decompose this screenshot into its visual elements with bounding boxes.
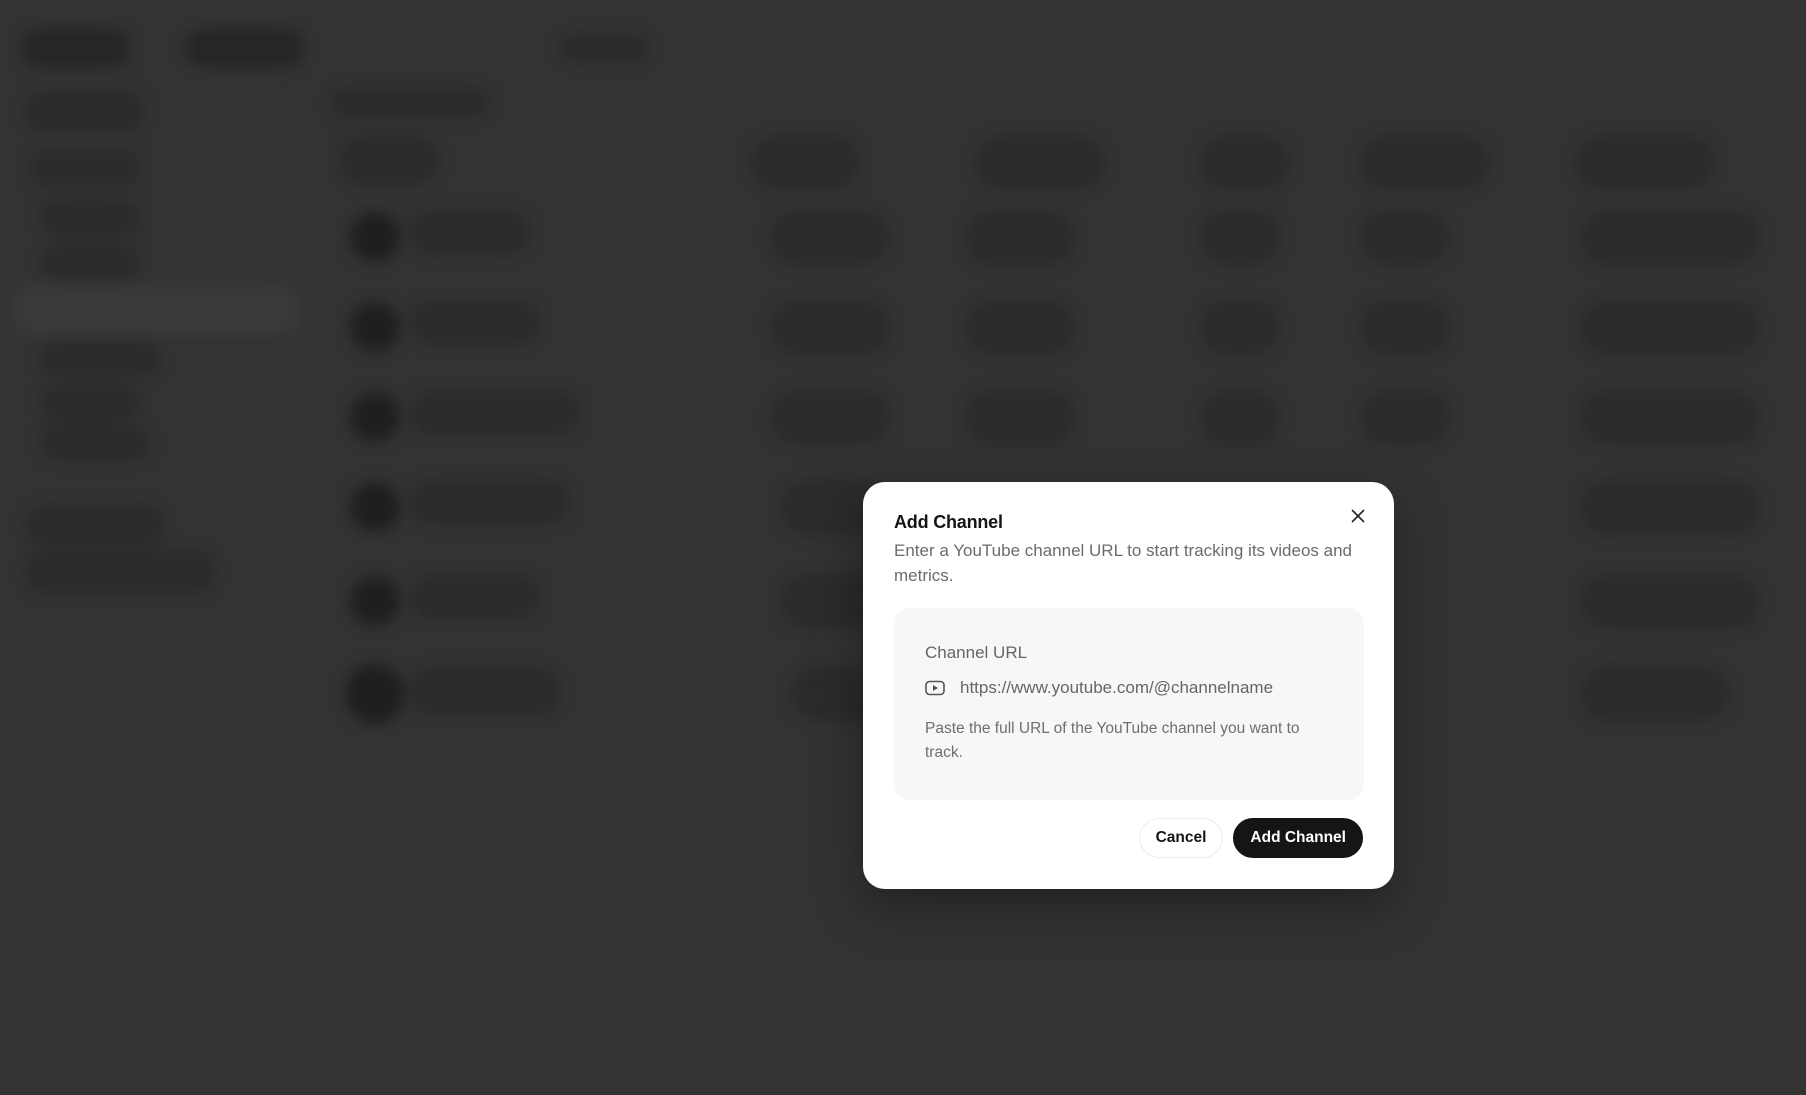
bg-row-cell — [770, 390, 890, 445]
channel-url-label: Channel URL — [925, 643, 1028, 662]
bg-row-cell — [1360, 300, 1450, 355]
bg-sidebar-item — [40, 245, 140, 281]
bg-row-cell — [965, 210, 1075, 265]
bg-row-avatar — [350, 576, 400, 626]
dialog-title: Add Channel — [894, 512, 1003, 532]
bg-row-name — [410, 390, 580, 435]
bg-sidebar-item — [40, 340, 160, 376]
bg-row-cell — [770, 210, 890, 265]
bg-row-cell — [1580, 300, 1760, 355]
bg-row-cell — [965, 300, 1075, 355]
bg-table-header — [750, 135, 860, 190]
bg-sidebar-item — [25, 550, 215, 594]
bg-row-name — [410, 574, 540, 619]
bg-row-name — [410, 300, 540, 345]
bg-table-header — [340, 135, 440, 185]
bg-row-name — [410, 210, 530, 255]
channel-url-helper: Paste the full URL of the YouTube channe… — [925, 720, 1300, 761]
bg-table-header — [975, 135, 1105, 190]
channel-url-card: Channel URL Paste the full URL of the Yo… — [894, 608, 1364, 800]
bg-row-name — [410, 480, 570, 525]
bg-row-avatar — [350, 392, 400, 442]
bg-row-avatar — [350, 302, 400, 352]
add-channel-dialog: Add Channel Enter a YouTube channel URL … — [863, 482, 1394, 889]
bg-sidebar-item — [40, 200, 140, 236]
bg-filter — [25, 90, 145, 132]
bg-row-avatar — [350, 212, 400, 262]
bg-sidebar-item — [25, 505, 165, 545]
bg-row-avatar — [350, 482, 400, 532]
bg-row-cell — [1360, 210, 1450, 265]
add-channel-button[interactable]: Add Channel — [1233, 818, 1363, 858]
bg-row-avatar — [345, 664, 405, 724]
bg-row-name — [410, 666, 560, 716]
bg-sidebar-item — [30, 150, 140, 186]
bg-row-cell — [1360, 390, 1450, 445]
bg-row-cell — [1580, 210, 1760, 265]
bg-sidebar-item — [40, 425, 150, 461]
youtube-icon — [925, 680, 945, 696]
bg-breadcrumb — [330, 88, 490, 118]
bg-row-cell — [1200, 300, 1280, 355]
bg-row-cell — [965, 390, 1075, 445]
channel-url-input[interactable] — [960, 678, 1333, 698]
bg-logo — [20, 28, 130, 68]
bg-row-cell — [1580, 666, 1730, 721]
bg-row-cell — [1580, 574, 1760, 629]
channel-url-input-row — [925, 676, 1333, 700]
bg-row-cell — [1580, 480, 1760, 535]
bg-table-header — [1575, 135, 1715, 190]
dialog-description: Enter a YouTube channel URL to start tra… — [894, 541, 1353, 585]
close-button[interactable] — [1346, 504, 1370, 528]
bg-table-header — [1360, 135, 1490, 190]
dialog-actions: Cancel Add Channel — [1138, 818, 1363, 858]
close-icon — [1351, 509, 1365, 523]
bg-sidebar-item — [40, 385, 140, 421]
bg-table-header — [1200, 135, 1290, 190]
bg-workspace — [185, 28, 305, 68]
cancel-button[interactable]: Cancel — [1138, 818, 1224, 858]
bg-row-cell — [1200, 390, 1280, 445]
bg-row-cell — [1200, 210, 1280, 265]
bg-sidebar-item-active — [12, 285, 302, 335]
bg-row-cell — [770, 300, 890, 355]
bg-top-nav — [560, 34, 650, 62]
bg-row-cell — [1580, 390, 1760, 445]
